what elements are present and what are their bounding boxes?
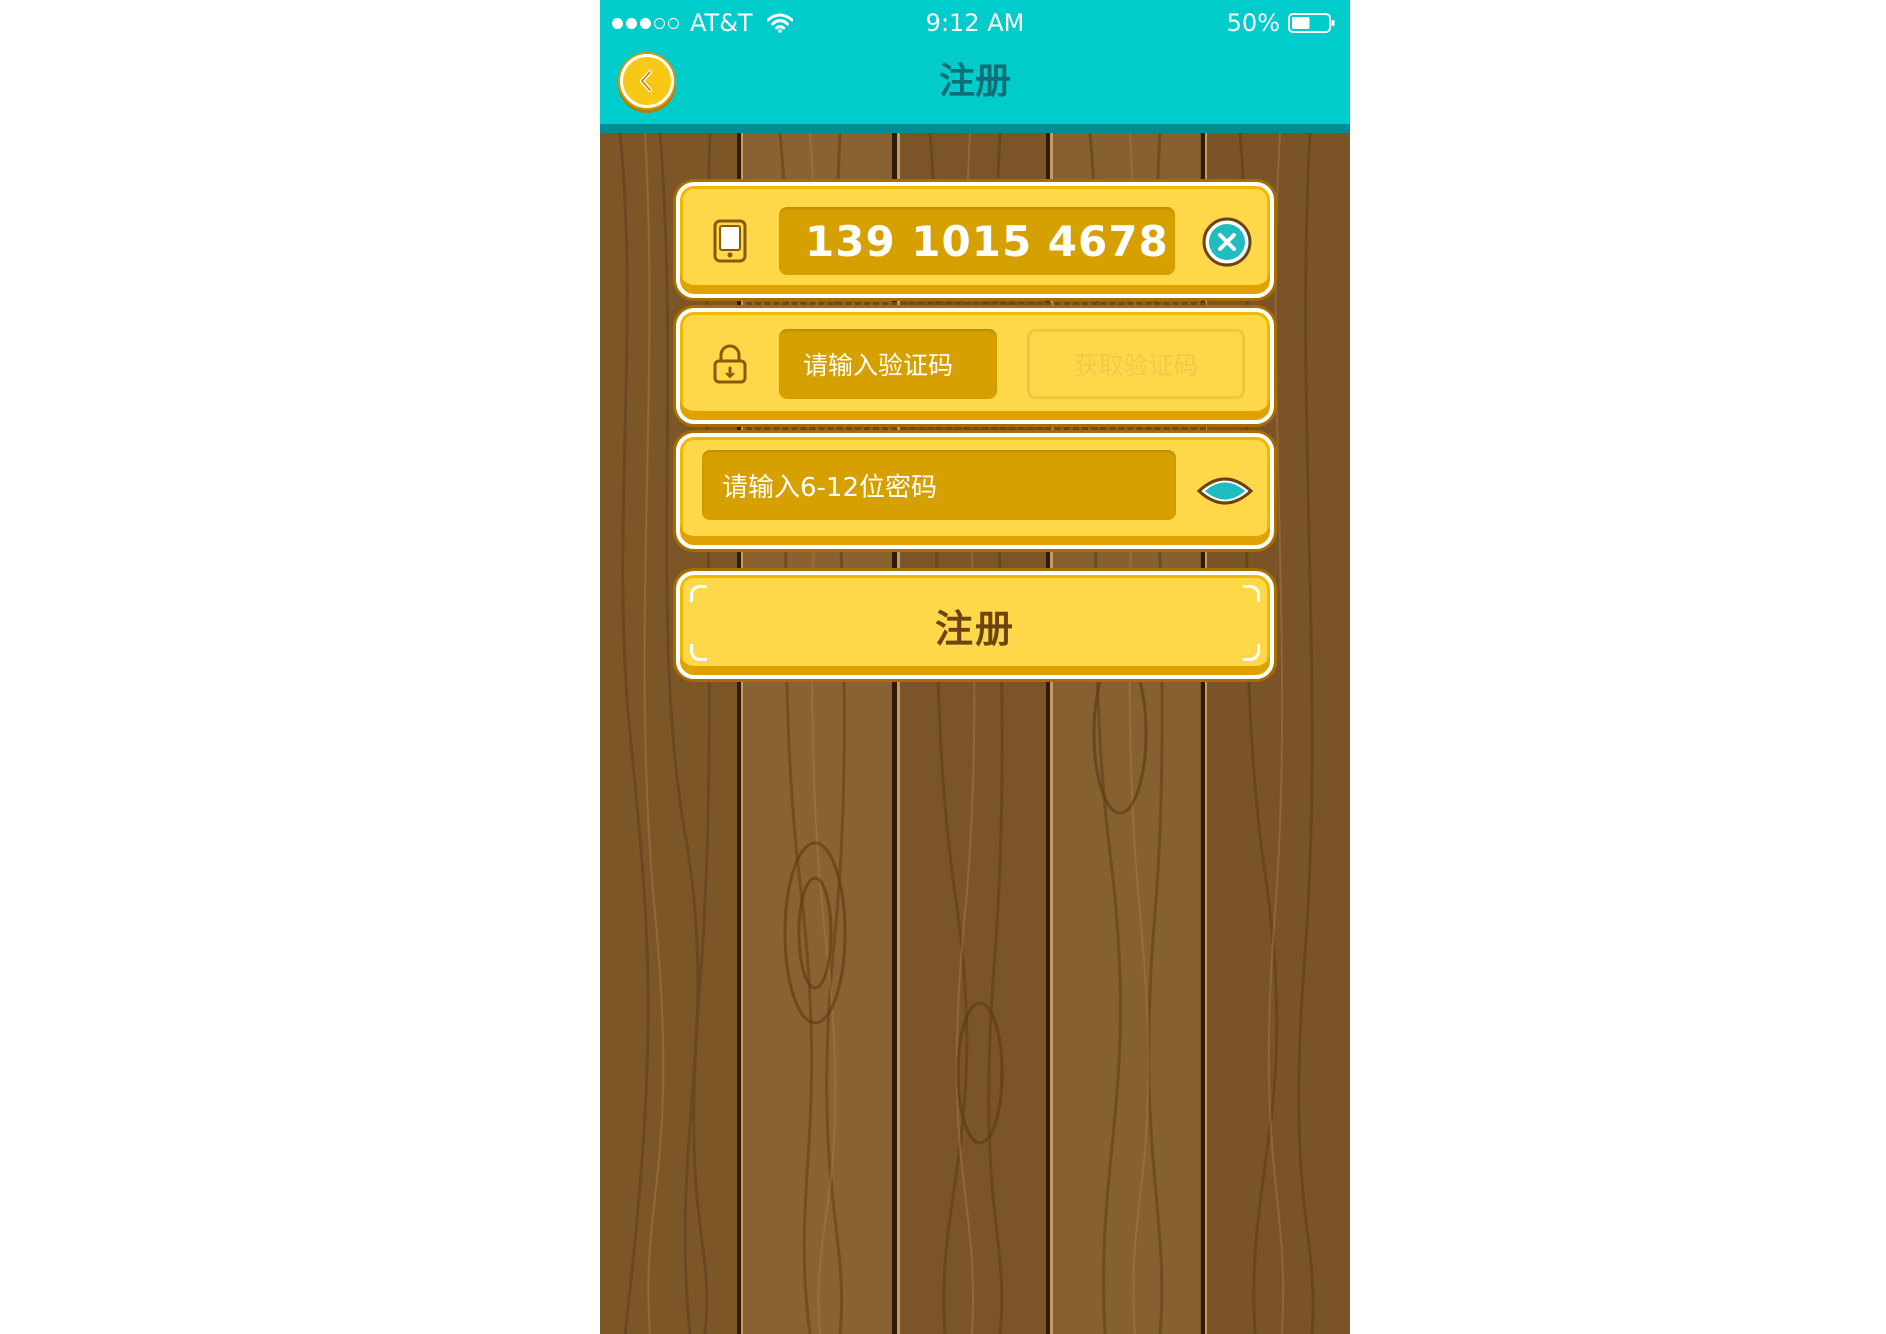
status-bar-right: 50% [1227,8,1336,38]
password-row: 请输入6-12位密码 [676,433,1274,549]
button-corner-decoration [690,585,707,602]
battery-percent: 50% [1226,9,1280,37]
password-input[interactable]: 请输入6-12位密码 [702,450,1176,520]
button-corner-decoration [1243,585,1260,602]
eye-icon [1196,477,1254,505]
battery-icon [1288,13,1335,33]
toggle-password-visibility-button[interactable] [1196,471,1254,511]
phone-screen: AT&T 9:12 AM 50% 注册 139 1015 4678 请输入验证码… [600,0,1350,1334]
button-corner-decoration [690,644,707,661]
register-button-label: 注册 [934,606,1015,651]
phone-icon [710,217,750,265]
panel-stitch [746,427,1206,430]
get-verification-code-button[interactable]: 获取验证码 [1027,329,1245,399]
phone-number-row: 139 1015 4678 [676,182,1274,298]
verification-code-row: 请输入验证码 获取验证码 [676,308,1274,424]
close-icon [1202,217,1252,267]
button-corner-decoration [1243,644,1260,661]
clear-phone-button[interactable] [1201,216,1253,268]
verification-code-input[interactable]: 请输入验证码 [779,329,997,399]
phone-number-input[interactable]: 139 1015 4678 [779,207,1175,275]
register-button[interactable]: 注册 [676,571,1274,679]
page-title: 注册 [938,61,1011,102]
lock-icon [710,342,750,386]
navigation-bar-shadow [600,124,1350,133]
panel-stitch [746,302,1206,305]
